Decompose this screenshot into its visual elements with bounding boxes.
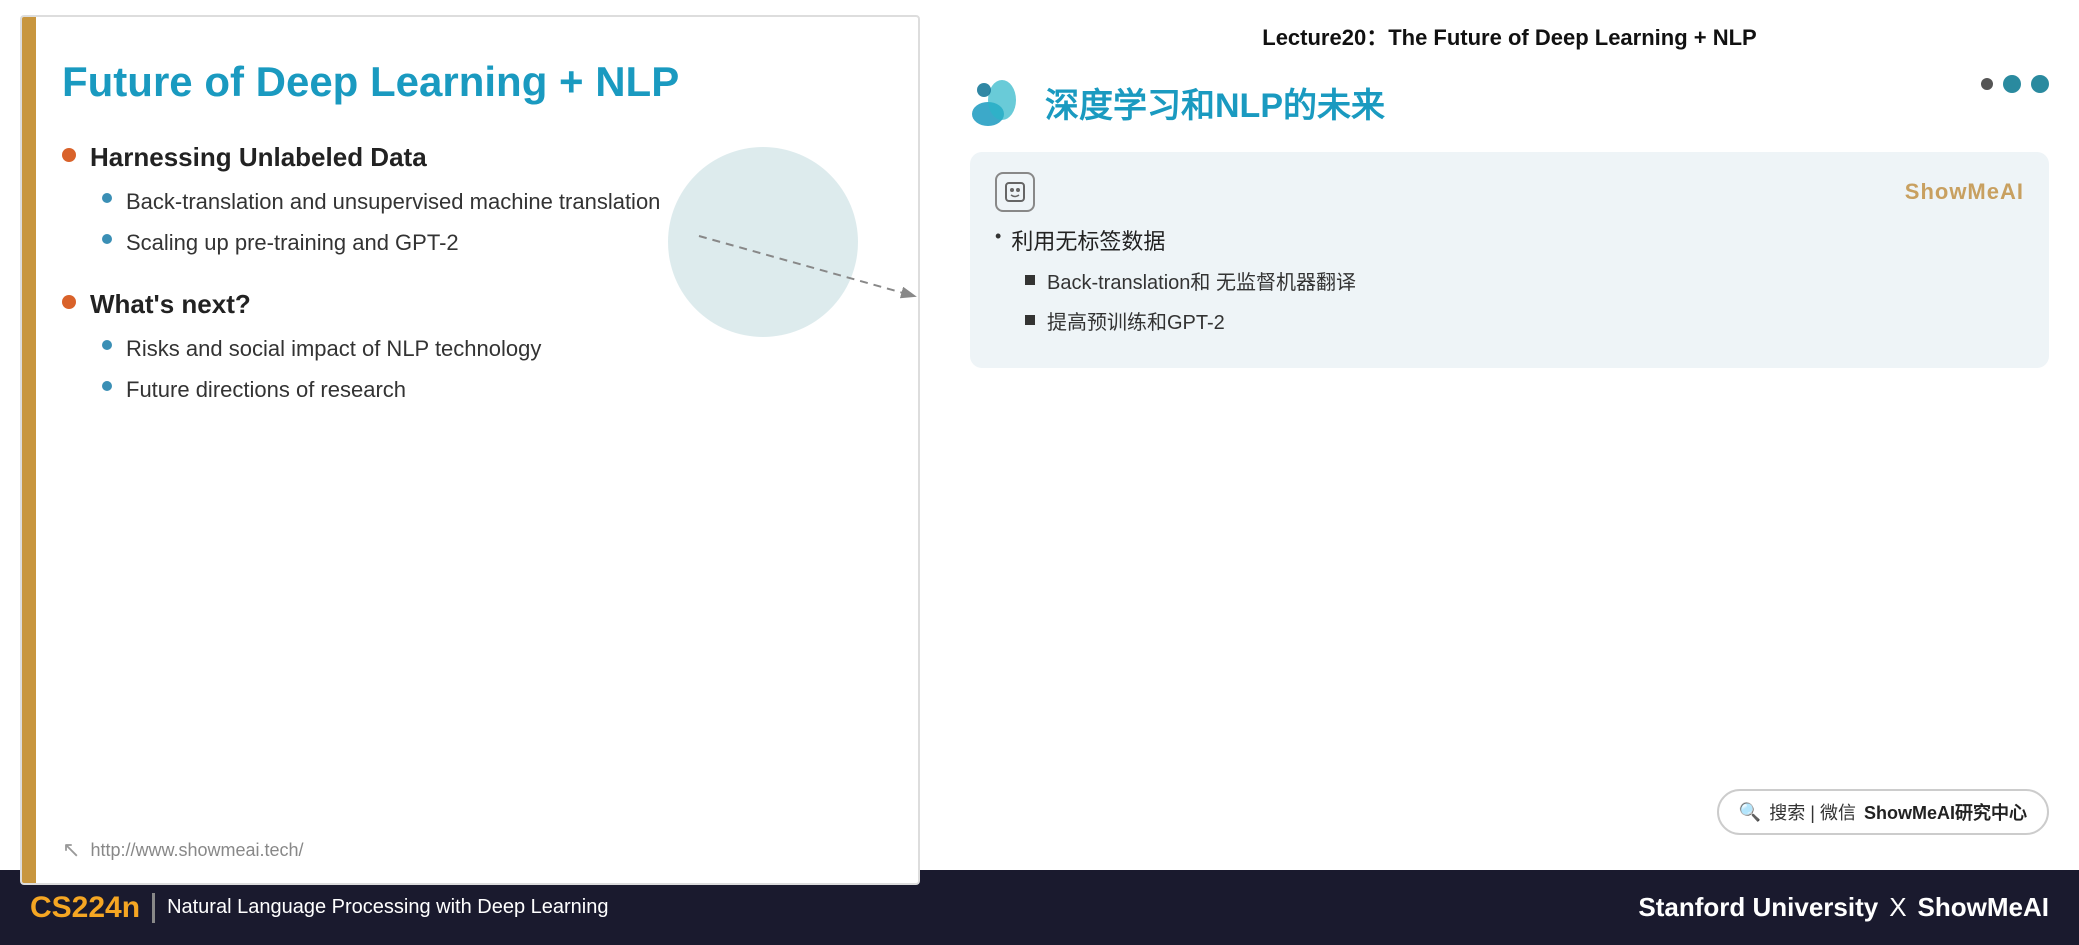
course-code: CS224n <box>30 891 140 925</box>
nav-dots <box>1981 75 2049 93</box>
cn-bullet-main-text: 利用无标签数据 <box>1011 224 1165 256</box>
bottom-left: CS224n Natural Language Processing with … <box>30 891 608 925</box>
ai-card: ShowMeAI • 利用无标签数据 Back-translation和 无监督… <box>970 152 2049 368</box>
cn-sub-bullet-1: Back-translation和 无监督机器翻译 <box>1025 268 2024 298</box>
sub-bullet-dot-1-1 <box>102 193 112 203</box>
main-bullet-text-1: Harnessing Unlabeled Data <box>90 142 427 173</box>
search-bar[interactable]: 🔍 搜索 | 微信 ShowMeAI研究中心 <box>1717 789 2049 835</box>
sub-bullet-dot-2-2 <box>102 381 112 391</box>
sub-bullet-text-2-1: Risks and social impact of NLP technolog… <box>126 332 541 365</box>
sub-bullet-text-1-2: Scaling up pre-training and GPT-2 <box>126 226 459 259</box>
stanford-text: Stanford University <box>1638 892 1878 923</box>
nav-dot-3[interactable] <box>2031 75 2049 93</box>
cn-square-1 <box>1025 275 1035 285</box>
right-panel: Lecture20：The Future of Deep Learning + … <box>940 0 2079 870</box>
main-bullet-dot-2 <box>62 295 76 309</box>
slide-footer: ↖ http://www.showmeai.tech/ <box>62 837 304 863</box>
cn-bullet-dot-main: • <box>995 226 1001 247</box>
main-bullet-text-2: What's next? <box>90 289 251 320</box>
lecture-header: Lecture20：The Future of Deep Learning + … <box>970 15 2049 52</box>
cn-sub-text-1: Back-translation和 无监督机器翻译 <box>1047 268 1356 298</box>
ai-icon-row: ShowMeAI <box>995 172 2024 212</box>
cn-sub-text-2: 提高预训练和GPT-2 <box>1047 308 1225 338</box>
cn-title-section: 深度学习和NLP的未来 <box>970 72 2049 132</box>
sub-bullet-text-2-2: Future directions of research <box>126 373 406 406</box>
main-bullet-dot-1 <box>62 148 76 162</box>
course-name: Natural Language Processing with Deep Le… <box>167 896 608 919</box>
ai-icon <box>995 172 1035 212</box>
nav-dot-2[interactable] <box>2003 75 2021 93</box>
search-text: 搜索 | 微信 <box>1769 799 1856 825</box>
showmeai-footer-text: ShowMeAI <box>1918 892 2049 923</box>
slide-title: Future of Deep Learning + NLP <box>62 57 868 107</box>
search-label: ShowMeAI研究中心 <box>1864 799 2027 825</box>
sub-bullet-dot-2-1 <box>102 340 112 350</box>
divider-bar <box>152 893 155 923</box>
cursor-icon: ↖ <box>62 837 80 863</box>
search-icon: 🔍 <box>1739 802 1761 823</box>
decorative-circle <box>668 147 858 337</box>
slide-panel: Future of Deep Learning + NLP Harnessing… <box>20 15 920 885</box>
bottom-right: Stanford University X ShowMeAI <box>1638 892 2049 923</box>
showmeai-brand: ShowMeAI <box>1905 179 2024 205</box>
cn-square-2 <box>1025 315 1035 325</box>
sub-bullet-dot-1-2 <box>102 234 112 244</box>
cn-title-text: 深度学习和NLP的未来 <box>1045 78 1385 127</box>
cn-sub-bullet-2: 提高预训练和GPT-2 <box>1025 308 2024 338</box>
footer-url: http://www.showmeai.tech/ <box>90 840 303 861</box>
showmeai-logo <box>970 72 1030 132</box>
cn-main-bullet: • 利用无标签数据 <box>995 224 2024 256</box>
nav-dot-1[interactable] <box>1981 78 1993 90</box>
sub-bullet-text-1-1: Back-translation and unsupervised machin… <box>126 185 660 218</box>
x-separator: X <box>1889 892 1906 923</box>
